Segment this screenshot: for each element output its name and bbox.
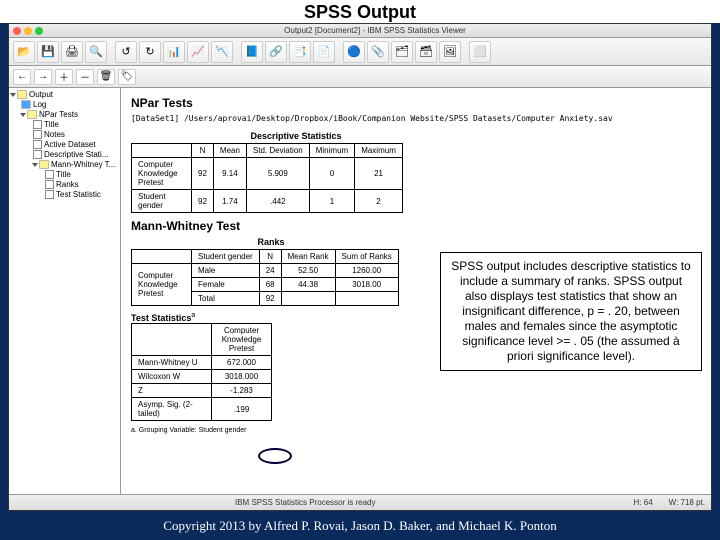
outline-item-npar[interactable]: NPar Tests — [11, 110, 118, 120]
image-button[interactable]: 🖼 — [439, 41, 461, 63]
descriptive-stats-table: N Mean Std. Deviation Minimum Maximum Co… — [131, 143, 403, 213]
chart-button-2[interactable]: 📈 — [187, 41, 209, 63]
status-width: W: 718 pt. — [669, 498, 705, 507]
outline-item-test-statistic[interactable]: Test Statistic — [11, 190, 118, 200]
copyright-text: Copyright 2013 by Alfred P. Rovai, Jason… — [0, 518, 720, 534]
save-button[interactable]: 💾 — [37, 41, 59, 63]
table-row: Computer Knowledge Pretest 929.145.90902… — [132, 158, 403, 190]
ranks-title: Ranks — [131, 237, 411, 247]
descriptive-stats-title: Descriptive Statistics — [131, 131, 461, 141]
explanation-callout: SPSS output includes descriptive statist… — [440, 252, 702, 371]
goto-data-button[interactable]: 📘 — [241, 41, 263, 63]
outline-item-active-dataset[interactable]: Active Dataset — [11, 140, 118, 150]
table-row: N Mean Std. Deviation Minimum Maximum — [132, 144, 403, 158]
promote-button[interactable]: ← — [13, 69, 31, 85]
separator — [337, 41, 341, 63]
test-statistics-table: Computer Knowledge Pretest Mann-Whitney … — [131, 323, 272, 421]
show-hide-button[interactable]: ⬜ — [469, 41, 491, 63]
table-row: Wilcoxon W3018.000 — [132, 370, 272, 384]
delete-button[interactable]: 🗑 — [97, 69, 115, 85]
outline-toolbar: ← → ＋ － 🗑 🏷 — [9, 66, 711, 88]
print-preview-button[interactable]: 🔍 — [85, 41, 107, 63]
table-row: Mann-Whitney U672.000 — [132, 356, 272, 370]
minimize-icon[interactable] — [24, 27, 32, 35]
status-height: H: 64 — [634, 498, 653, 507]
test-statistics-superscript: a — [191, 312, 195, 319]
outline-pane[interactable]: Output Log NPar Tests Title Notes Active… — [9, 88, 121, 494]
dataset-path: [DataSet1] /Users/aprovai/Desktop/Dropbo… — [131, 114, 701, 123]
ranks-table: Student gender N Mean Rank Sum of Ranks … — [131, 249, 399, 306]
separator — [463, 41, 467, 63]
outline-root[interactable]: Output — [11, 90, 118, 100]
close-icon[interactable] — [13, 27, 21, 35]
table-row: Z-1.283 — [132, 384, 272, 398]
table-row: Student gender N Mean Rank Sum of Ranks — [132, 250, 399, 264]
collapse-button[interactable]: － — [76, 69, 94, 85]
designate-button[interactable]: 🗂 — [391, 41, 413, 63]
print-button[interactable]: 🖨 — [61, 41, 83, 63]
chart-button-3[interactable]: 📉 — [211, 41, 233, 63]
zoom-icon[interactable] — [35, 27, 43, 35]
goto-case-button[interactable]: 🔗 — [265, 41, 287, 63]
outline-item-descriptive[interactable]: Descriptive Stati... — [11, 150, 118, 160]
table-row: Computer Knowledge Pretest — [132, 324, 272, 356]
table-row: Asymp. Sig. (2-tailed).199 — [132, 398, 272, 421]
npar-tests-heading: NPar Tests — [131, 96, 701, 110]
test-statistics-title: Test Statistics — [131, 313, 191, 323]
label-button[interactable]: 🏷 — [118, 69, 136, 85]
status-bar: IBM SPSS Statistics Processor is ready H… — [9, 494, 711, 510]
mann-whitney-heading: Mann-Whitney Test — [131, 219, 701, 233]
outline-item-mw-title[interactable]: Title — [11, 170, 118, 180]
expand-button[interactable]: ＋ — [55, 69, 73, 85]
outline-item-title[interactable]: Title — [11, 120, 118, 130]
outline-item-log[interactable]: Log — [11, 100, 118, 110]
undo-button[interactable]: ↺ — [115, 41, 137, 63]
demote-button[interactable]: → — [34, 69, 52, 85]
titlebar: Output2 [Document2] - IBM SPSS Statistic… — [9, 24, 711, 38]
select-button[interactable]: 🔵 — [343, 41, 365, 63]
open-file-button[interactable]: 📂 — [13, 41, 35, 63]
outline-item-notes[interactable]: Notes — [11, 130, 118, 140]
test-statistics-footnote: a. Grouping Variable: Student gender — [131, 427, 701, 434]
table-row: Student gender 921.74.44212 — [132, 190, 403, 213]
export-button[interactable]: 🗃 — [415, 41, 437, 63]
main-toolbar: 📂 💾 🖨 🔍 ↺ ↻ 📊 📈 📉 📘 🔗 📑 📄 🔵 📎 🗂 🗃 🖼 ⬜ — [9, 38, 711, 66]
outline-item-mann-whitney[interactable]: Mann-Whitney T... — [11, 160, 118, 170]
insert-button[interactable]: 📎 — [367, 41, 389, 63]
slide-title: SPSS Output — [0, 0, 720, 23]
chart-button-1[interactable]: 📊 — [163, 41, 185, 63]
status-processor: IBM SPSS Statistics Processor is ready — [235, 498, 376, 507]
variables-button[interactable]: 📑 — [289, 41, 311, 63]
window-title: Output2 [Document2] - IBM SPSS Statistic… — [43, 26, 707, 35]
outline-item-ranks[interactable]: Ranks — [11, 180, 118, 190]
callout-text: SPSS output includes descriptive statist… — [451, 259, 690, 363]
table-row: Computer Knowledge Pretest Male2452.5012… — [132, 264, 399, 278]
separator — [109, 41, 113, 63]
redo-button[interactable]: ↻ — [139, 41, 161, 63]
separator — [235, 41, 239, 63]
run-button[interactable]: 📄 — [313, 41, 335, 63]
